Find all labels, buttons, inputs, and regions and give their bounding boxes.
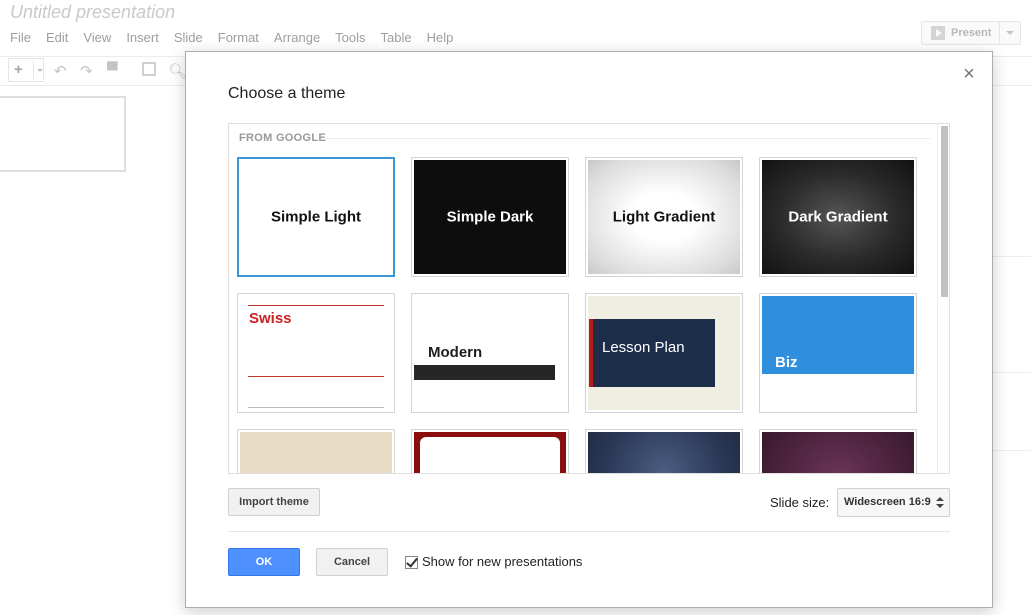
theme-light-gradient[interactable]: Light Gradient (585, 157, 743, 277)
present-button[interactable]: Present (921, 21, 1021, 45)
divider (248, 407, 384, 408)
document-title[interactable]: Untitled presentation (10, 2, 175, 23)
show-for-new-label[interactable]: Show for new presentations (422, 554, 582, 569)
divider (991, 256, 1031, 257)
menu-slide[interactable]: Slide (174, 30, 203, 46)
theme-name: Simple Light (271, 208, 361, 226)
menu-bar: File Edit View Insert Slide Format Arran… (10, 30, 468, 46)
menu-arrange[interactable]: Arrange (274, 30, 320, 46)
menu-help[interactable]: Help (427, 30, 454, 46)
theme-name: Modern (428, 344, 483, 361)
show-for-new-checkbox[interactable] (405, 556, 418, 569)
menu-file[interactable]: File (10, 30, 31, 46)
theme-name: Lesson Plan (602, 339, 685, 356)
slide-size-select[interactable]: Widescreen 16:9 (837, 488, 950, 517)
theme-name: Dark Gradient (788, 208, 888, 226)
divider (228, 531, 950, 532)
menu-format[interactable]: Format (218, 30, 259, 46)
theme-simple-light[interactable]: Simple Light (237, 157, 395, 277)
theme-navy[interactable] (585, 429, 743, 473)
theme-lesson-plan[interactable]: Lesson Plan (585, 293, 743, 413)
theme-name: Swiss (249, 310, 292, 327)
theme-plum[interactable] (759, 429, 917, 473)
select-arrows-icon (936, 497, 944, 509)
theme-name: Simple Dark (446, 208, 534, 226)
choose-theme-dialog: Choose a theme × FROM GOOGLE Simple Ligh… (185, 51, 993, 608)
menu-table[interactable]: Table (381, 30, 412, 46)
divider (325, 138, 930, 139)
theme-modern[interactable]: Modern (411, 293, 569, 413)
divider (248, 305, 384, 306)
frame-inner (420, 437, 560, 473)
menu-tools[interactable]: Tools (335, 30, 365, 46)
theme-dark-gradient[interactable]: Dark Gradient (759, 157, 917, 277)
import-theme-button[interactable]: Import theme (228, 488, 320, 516)
slide-size-value: Widescreen 16:9 (844, 496, 931, 508)
divider (991, 450, 1031, 451)
section-label: FROM GOOGLE (239, 132, 327, 144)
plus-icon: + (14, 61, 23, 78)
theme-beige[interactable] (237, 429, 395, 473)
paint-format-icon[interactable]: ▀ (107, 62, 118, 79)
select-icon[interactable] (142, 62, 156, 76)
play-icon (931, 26, 945, 40)
dialog-title: Choose a theme (228, 85, 346, 102)
menu-insert[interactable]: Insert (126, 30, 159, 46)
ok-button[interactable]: OK (228, 548, 300, 576)
scrollbar-thumb[interactable] (941, 126, 948, 297)
menu-view[interactable]: View (83, 30, 111, 46)
close-icon[interactable]: × (961, 64, 977, 84)
theme-biz[interactable]: Biz (759, 293, 917, 413)
menu-edit[interactable]: Edit (46, 30, 68, 46)
present-dropdown-icon[interactable] (999, 22, 1020, 44)
theme-simple-dark[interactable]: Simple Dark (411, 157, 569, 277)
new-slide-button[interactable]: + (8, 58, 44, 82)
theme-name: Light Gradient (612, 208, 716, 226)
divider (991, 372, 1031, 373)
theme-swiss[interactable]: Swiss (237, 293, 395, 413)
theme-name: Biz (775, 354, 798, 371)
cancel-button[interactable]: Cancel (316, 548, 388, 576)
redo-icon[interactable]: ↷ (80, 62, 93, 80)
theme-maroon[interactable] (411, 429, 569, 473)
slide-thumbnail[interactable] (0, 96, 126, 172)
decorative-bar (414, 365, 555, 380)
undo-icon[interactable]: ↶ (54, 62, 67, 80)
present-label: Present (951, 27, 992, 39)
slide-size-label: Slide size: (770, 495, 830, 510)
divider (248, 376, 384, 377)
theme-gallery[interactable]: FROM GOOGLE Simple Light Simple Dark Lig… (228, 123, 950, 474)
